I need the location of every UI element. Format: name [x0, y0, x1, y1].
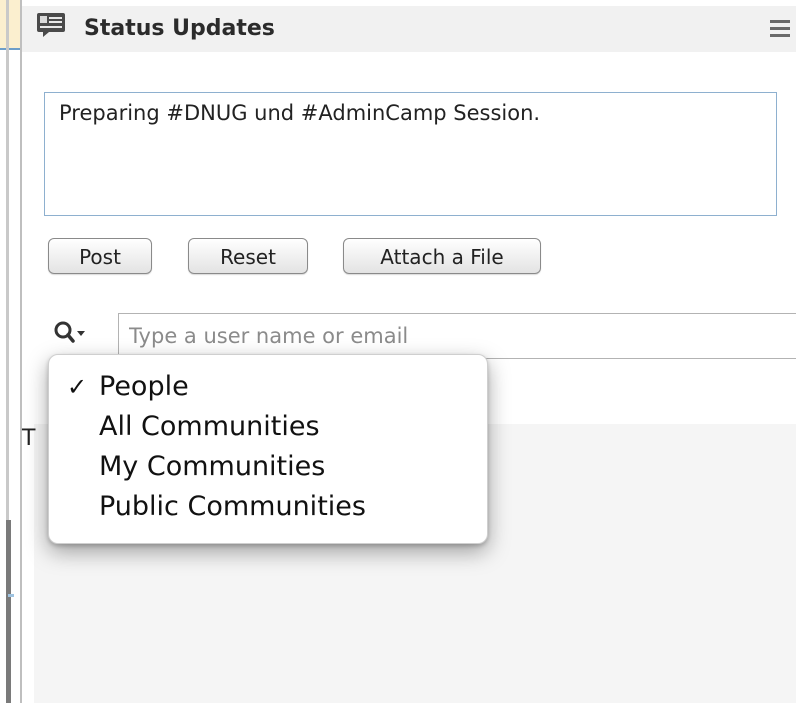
search-scope-dropdown: ✓ People All Communities My Communities …: [48, 354, 488, 544]
search-input[interactable]: [118, 313, 796, 359]
background-window-edge: [0, 0, 20, 703]
status-updates-icon: [36, 12, 66, 38]
panel-title: Status Updates: [84, 16, 275, 41]
status-updates-panel: Status Updates Post Reset Attach a File: [20, 0, 796, 703]
panel-edge-lower: [6, 520, 11, 703]
status-text-input[interactable]: [44, 92, 777, 216]
dropdown-item-public-communities[interactable]: Public Communities: [49, 487, 487, 527]
attach-file-button[interactable]: Attach a File: [343, 238, 541, 274]
app-root: Status Updates Post Reset Attach a File: [0, 0, 796, 703]
reset-button[interactable]: Reset: [188, 238, 308, 274]
checkmark-icon: ✓: [67, 373, 88, 401]
background-window-tint: [0, 0, 20, 48]
dropdown-item-all-communities[interactable]: All Communities: [49, 407, 487, 447]
dropdown-item-label: All Communities: [99, 411, 320, 442]
background-tick-mark: [8, 594, 14, 597]
dropdown-item-label: My Communities: [99, 451, 326, 482]
post-button[interactable]: Post: [48, 238, 152, 274]
search-icon[interactable]: [52, 318, 92, 348]
menu-icon[interactable]: [768, 18, 792, 38]
panel-header: Status Updates: [22, 6, 796, 52]
dropdown-item-label: Public Communities: [99, 491, 366, 522]
dropdown-item-label: People: [99, 371, 189, 402]
dropdown-item-people[interactable]: ✓ People: [49, 367, 487, 407]
updates-list-initial: T: [22, 426, 36, 451]
background-window-line: [0, 48, 20, 50]
dropdown-item-my-communities[interactable]: My Communities: [49, 447, 487, 487]
panel-edge-upper: [6, 0, 9, 520]
updates-list-text: T: [22, 426, 35, 451]
